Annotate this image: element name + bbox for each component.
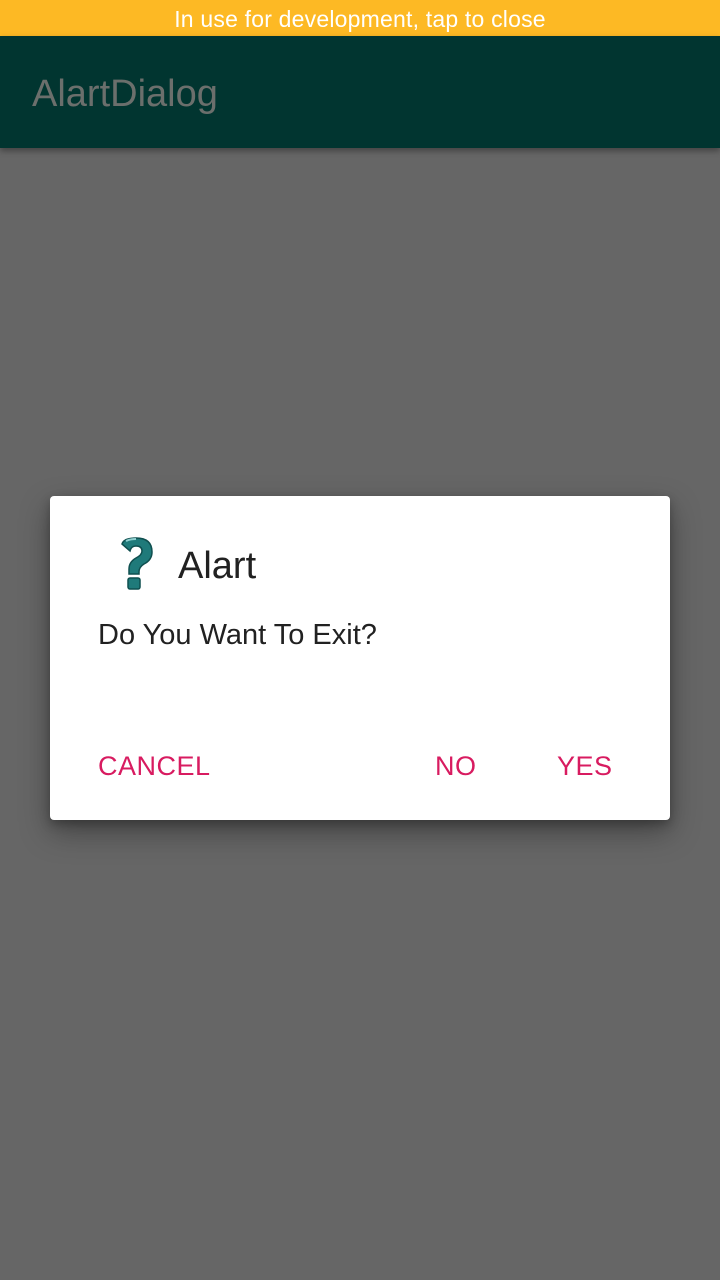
screen: In use for development, tap to close Ala… xyxy=(0,0,720,1280)
cancel-button[interactable]: CANCEL xyxy=(98,746,211,786)
no-button[interactable]: NO xyxy=(435,746,477,786)
app-bar: AlartDialog xyxy=(0,36,720,148)
question-mark-icon xyxy=(112,536,160,592)
dialog-title: Alart xyxy=(178,545,257,587)
development-banner-text: In use for development, tap to close xyxy=(174,6,546,32)
dialog-message: Do You Want To Exit? xyxy=(98,619,377,651)
yes-button[interactable]: YES xyxy=(557,746,613,786)
app-title: AlartDialog xyxy=(32,73,218,115)
development-banner[interactable]: In use for development, tap to close xyxy=(0,0,720,36)
alert-dialog: Alart Do You Want To Exit? CANCEL NO YES xyxy=(50,496,670,820)
